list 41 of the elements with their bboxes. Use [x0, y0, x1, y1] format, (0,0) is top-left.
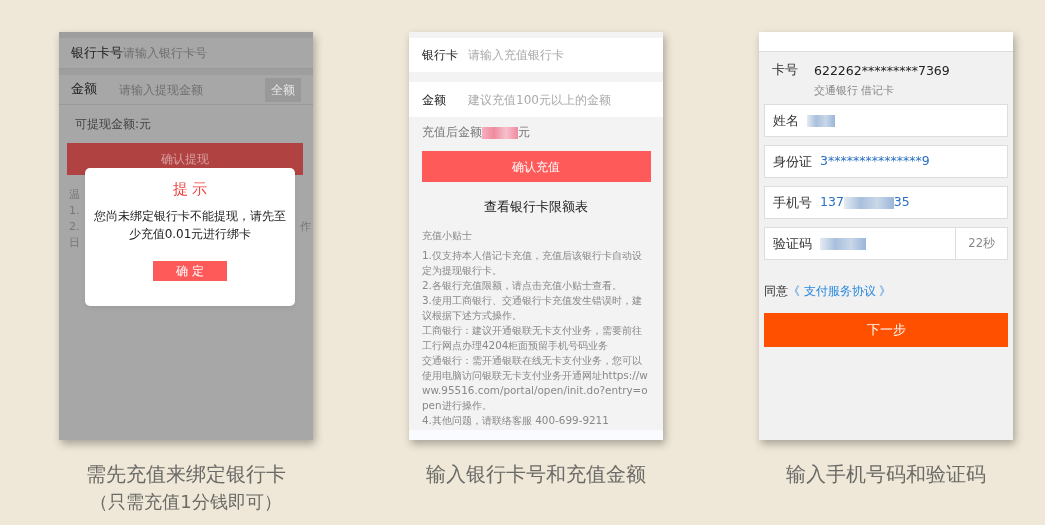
tip-text: 交通银行：需开通银联在线无卡支付业务，您可以使用电脑访问银联无卡支付业务开通网址https://www.95516.com/portal/open/init.do?entry=open进行操作。	[422, 353, 649, 413]
field-label: 卡号	[772, 61, 798, 79]
field-label: 金额	[71, 80, 98, 99]
confirm-button[interactable]: 确认充值	[421, 151, 651, 182]
bank-name: 交通银行 借记卡	[814, 82, 896, 99]
agreement-link[interactable]: 《 支付服务协议 》	[788, 284, 892, 299]
tip-text: 2.各银行充值限额，请点击充值小贴士查看。	[422, 278, 623, 293]
next-button[interactable]: 下一步	[764, 312, 1008, 347]
field-value: 3***************9	[820, 152, 930, 171]
field-label: 姓名	[773, 112, 799, 130]
dialog-title: 提 示	[171, 179, 209, 200]
field-label: 手机号	[773, 194, 812, 212]
available-amount: 可提现金额:元	[74, 116, 153, 133]
field-label: 银行卡	[422, 47, 459, 64]
input-field[interactable]: 请输入充值银行卡	[468, 46, 650, 64]
tip-text: 1.仅支持本人借记卡充值，充值后该银行卡自动设定为提现银行卡。	[422, 248, 643, 278]
tip-text: 3.使用工商银行、交通银行卡充值发生错误时，建议根据下述方式操作。	[422, 293, 643, 323]
caption: （只需充值1分钱即可）	[89, 490, 283, 514]
field-value: 35	[893, 193, 910, 212]
caption: 输入手机号码和验证码	[785, 461, 987, 488]
ok-button[interactable]: 确 定	[153, 260, 227, 281]
tips-title: 充值小贴士	[422, 228, 473, 243]
dialog-message: 您尚未绑定银行卡不能提现，请先至少充值0.01元进行绑卡	[93, 207, 287, 243]
caption: 需先充值来绑定银行卡	[85, 461, 287, 488]
field-label: 验证码	[773, 235, 812, 253]
balance-text: 充值后金额 元	[421, 124, 531, 141]
fill-all-button[interactable]: 全额	[265, 77, 301, 102]
form-row[interactable]: 银行卡 请输入充值银行卡	[409, 38, 663, 72]
caption: 输入银行卡号和充值金额	[425, 461, 647, 488]
tip-text: 4.其他问题，请联络客服 400-699-9211	[422, 413, 610, 428]
input-field[interactable]: 建议充值100元以上的金额	[468, 90, 650, 109]
field-label: 银行卡号	[71, 43, 123, 62]
form-row[interactable]: 金额 建议充值100元以上的金额	[409, 82, 663, 117]
field-value: 137	[820, 193, 844, 212]
field-label: 身份证	[773, 153, 812, 171]
card-number: 622262*********7369	[814, 62, 950, 80]
countdown-timer: 22秒	[955, 228, 1007, 260]
agreement-text: 同意《 支付服务协议 》	[764, 283, 893, 301]
tip-text: 工商银行：建议开通银联无卡支付业务，需要前往工行网点办理4204柜面预留手机号码业务	[422, 323, 643, 353]
field-label: 金额	[422, 91, 447, 109]
limit-link[interactable]: 查看银行卡限额表	[484, 199, 588, 214]
